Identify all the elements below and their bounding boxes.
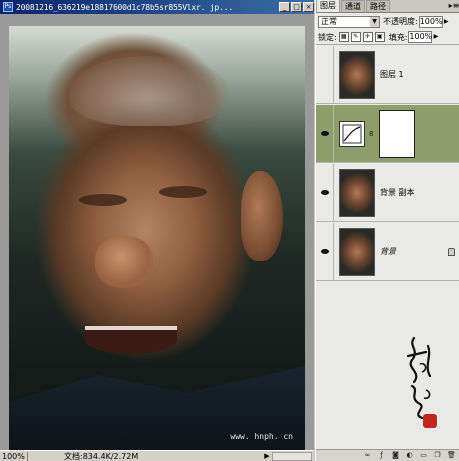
eye-icon — [320, 131, 329, 136]
status-arrow-icon[interactable]: ▶ — [262, 452, 272, 460]
fx-icon[interactable]: ƒ — [376, 451, 387, 460]
layer-row-background[interactable]: 背景 — [316, 222, 459, 281]
fill-label: 填充: — [388, 32, 408, 42]
layers-panel: 图层 通道 路径 ▸≡ 正常 ▼ 不透明度: 100% ▶ 锁定: ▦ ✎ ✛ … — [315, 0, 459, 461]
red-seal-stamp — [423, 414, 437, 428]
layer-list: 图层 1 8 背景 副本 背景 — [316, 45, 459, 286]
layer-row-curves[interactable]: 8 — [316, 104, 459, 163]
visibility-toggle[interactable] — [316, 222, 334, 281]
layer-name: 背景 副本 — [380, 188, 415, 197]
lock-transparency-icon[interactable]: ▦ — [338, 32, 349, 42]
opacity-input[interactable]: 100% — [418, 15, 443, 28]
layer-thumbnail — [339, 227, 375, 276]
visibility-toggle[interactable] — [316, 104, 334, 163]
photo-hair — [69, 56, 229, 126]
lock-all-icon[interactable]: ▣ — [374, 32, 385, 42]
mask-icon[interactable]: ◙ — [390, 451, 401, 460]
visibility-toggle[interactable] — [316, 45, 334, 104]
layer-name: 背景 — [380, 247, 396, 256]
panel-menu-icon[interactable]: ▸≡ — [448, 1, 459, 12]
minimize-button[interactable]: _ — [279, 2, 290, 12]
calligraphy-signature — [406, 336, 432, 420]
tab-channels[interactable]: 通道 — [341, 0, 365, 12]
photo-watermark: www. hnph. cn — [230, 432, 293, 441]
trash-icon[interactable]: 🗑 — [446, 451, 457, 460]
chevron-down-icon: ▼ — [370, 16, 379, 27]
folder-icon[interactable]: ▭ — [418, 451, 429, 460]
layer-row-background-copy[interactable]: 背景 副本 — [316, 163, 459, 222]
document-titlebar[interactable]: Ps 20081216_636219e18817600d1c78b5sr855V… — [0, 0, 314, 14]
layer-name: 图层 1 — [380, 70, 404, 79]
new-layer-icon[interactable]: ❐ — [432, 451, 443, 460]
zoom-level[interactable]: 100% — [0, 451, 28, 461]
canvas-area[interactable]: www. hnph. cn — [0, 14, 314, 450]
eye-icon — [320, 249, 329, 254]
maximize-button[interactable]: □ — [291, 2, 302, 12]
link-icon[interactable]: ∞ — [362, 451, 373, 460]
photoshop-app-icon: Ps — [3, 2, 13, 12]
layer-thumbnail — [339, 50, 375, 99]
opacity-label: 不透明度: — [383, 17, 418, 26]
tab-paths[interactable]: 路径 — [366, 0, 390, 12]
signature-area — [316, 286, 459, 449]
fill-arrow-icon[interactable]: ▶ — [432, 31, 439, 43]
tab-layers[interactable]: 图层 — [316, 0, 340, 12]
photo-eye-right — [159, 186, 207, 198]
lock-label: 锁定: — [318, 32, 337, 42]
layer-mask-thumbnail[interactable] — [379, 109, 415, 158]
horizontal-scrollbar[interactable] — [272, 451, 312, 461]
close-button[interactable]: × — [303, 2, 314, 12]
photo-mouth — [85, 326, 177, 354]
visibility-toggle[interactable] — [316, 163, 334, 222]
adjustment-icon[interactable]: ◐ — [404, 451, 415, 460]
layers-panel-footer: ∞ ƒ ◙ ◐ ▭ ❐ 🗑 — [316, 449, 459, 461]
curves-adjustment-icon — [339, 120, 365, 147]
lock-icon — [448, 247, 455, 256]
photo-eye-left — [79, 194, 127, 206]
blend-opacity-row: 正常 ▼ 不透明度: 100% ▶ — [316, 14, 459, 29]
photo-ear — [241, 171, 283, 261]
layer-thumbnail — [339, 168, 375, 217]
opacity-arrow-icon[interactable]: ▶ — [443, 16, 450, 28]
photoshop-screen: Ps 20081216_636219e18817600d1c78b5sr855V… — [0, 0, 459, 461]
chain-link-icon[interactable]: 8 — [369, 129, 375, 139]
photo-nose — [95, 236, 153, 288]
layer-row-layer1[interactable]: 图层 1 — [316, 45, 459, 104]
document-size: 文档:834.4K/2.72M — [64, 451, 139, 461]
lock-pixels-icon[interactable]: ✎ — [350, 32, 361, 42]
blend-mode-value: 正常 — [321, 16, 337, 26]
blend-mode-select[interactable]: 正常 ▼ — [318, 15, 380, 28]
eye-icon — [320, 190, 329, 195]
document-window: Ps 20081216_636219e18817600d1c78b5sr855V… — [0, 0, 314, 461]
document-statusbar: 100% 文档:834.4K/2.72M ▶ — [0, 450, 314, 461]
fill-input[interactable]: 100% — [408, 31, 433, 43]
lock-fill-row: 锁定: ▦ ✎ ✛ ▣ 填充: 100% ▶ — [316, 30, 459, 45]
panel-tabs: 图层 通道 路径 ▸≡ — [316, 0, 459, 13]
lock-position-icon[interactable]: ✛ — [362, 32, 373, 42]
portrait-photo: www. hnph. cn — [9, 26, 305, 450]
document-title: 20081216_636219e18817600d1c78b5sr855Vlxr… — [16, 2, 233, 12]
